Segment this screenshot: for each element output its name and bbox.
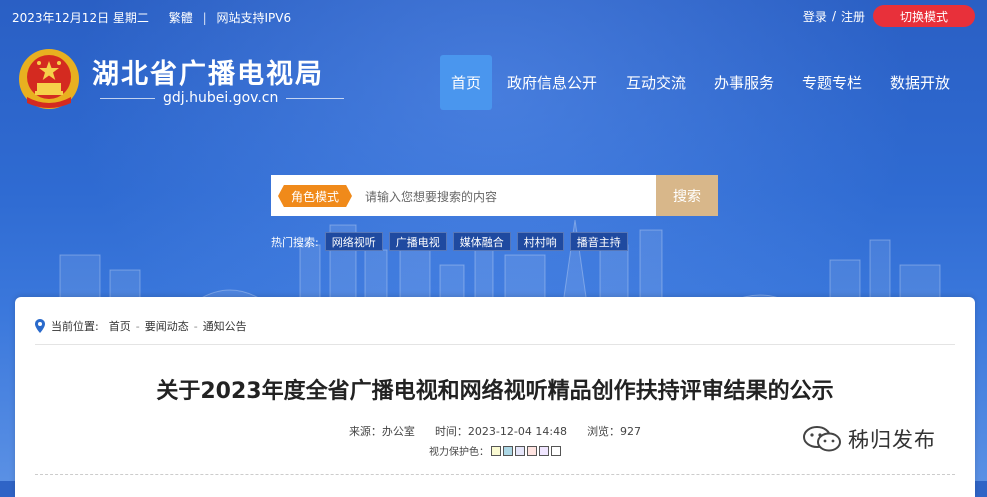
location-pin-icon — [35, 319, 45, 333]
register-link[interactable]: 注册 — [841, 8, 865, 25]
hot-tag-village-broadcast[interactable]: 村村响 — [516, 232, 564, 251]
eye-color-swatch[interactable] — [539, 445, 549, 456]
site-title[interactable]: 湖北省广播电视局 — [92, 52, 324, 91]
nav-item-open-data[interactable]: 数据开放 — [876, 55, 964, 110]
wechat-icon — [803, 426, 841, 452]
breadcrumb-home[interactable]: 首页 — [109, 318, 131, 334]
login-link[interactable]: 登录 — [803, 8, 827, 25]
account-links: 登录 / 注册 切换模式 — [803, 5, 975, 27]
breadcrumb-separator: - — [135, 319, 140, 333]
site-domain-row: gdj.hubei.gov.cn — [92, 90, 352, 106]
breadcrumb-news[interactable]: 要闻动态 — [145, 318, 189, 334]
breadcrumb-separator: - — [193, 319, 198, 333]
ipv6-support-text: 网站支持IPV6 — [216, 11, 292, 25]
switch-mode-button[interactable]: 切换模式 — [873, 5, 975, 27]
breadcrumb-label: 当前位置: — [51, 320, 99, 333]
watermark: 秭归发布 — [802, 424, 936, 454]
nav-item-topics[interactable]: 专题专栏 — [788, 55, 876, 110]
article-views: 浏览：927 — [587, 425, 642, 438]
article-card: 当前位置: 首页 - 要闻动态 - 通知公告 关于2023年度全省广播电视和网络… — [15, 297, 975, 497]
hot-tag-online-av[interactable]: 网络视听 — [324, 232, 383, 251]
content-divider — [35, 474, 955, 475]
hot-searches: 热门搜索: 网络视听 广播电视 媒体融合 村村响 播音主持 — [271, 232, 634, 251]
article-title: 关于2023年度全省广播电视和网络视听精品创作扶持评审结果的公示 — [156, 379, 834, 404]
national-emblem-icon[interactable] — [17, 47, 81, 111]
eye-color-swatch[interactable] — [503, 445, 513, 456]
watermark-text: 秭归发布 — [848, 428, 936, 452]
top-bar-info: 2023年12月12日 星期二 繁體 | 网站支持IPV6 — [12, 9, 297, 26]
nav-item-gov-info[interactable]: 政府信息公开 — [492, 55, 612, 110]
search-button[interactable]: 搜索 — [656, 175, 718, 216]
eye-color-swatch[interactable] — [491, 445, 501, 456]
hot-searches-label: 热门搜索: — [271, 235, 319, 249]
eye-color-swatch[interactable] — [551, 445, 561, 456]
current-date: 2023年12月12日 星期二 — [12, 11, 149, 25]
nav-item-home[interactable]: 首页 — [440, 55, 492, 110]
breadcrumb-divider — [35, 344, 955, 345]
account-separator: / — [831, 9, 836, 23]
breadcrumb-notices[interactable]: 通知公告 — [203, 318, 247, 334]
top-bar: 2023年12月12日 星期二 繁體 | 网站支持IPV6 登录 / 注册 切换… — [0, 0, 987, 34]
domain-rule-right — [286, 97, 344, 99]
site-domain: gdj.hubei.gov.cn — [163, 90, 279, 106]
domain-rule-left — [100, 97, 155, 99]
traditional-chinese-link[interactable]: 繁體 — [169, 11, 193, 25]
eye-care-label: 视力保护色： — [429, 447, 489, 458]
nav-item-services[interactable]: 办事服务 — [700, 55, 788, 110]
eye-color-swatch[interactable] — [515, 445, 525, 456]
role-mode-tag[interactable]: 角色模式 — [278, 185, 352, 207]
search-input[interactable] — [363, 183, 657, 211]
hot-tag-broadcast-tv[interactable]: 广播电视 — [388, 232, 447, 251]
hot-tag-media-convergence[interactable]: 媒体融合 — [452, 232, 511, 251]
nav-item-interaction[interactable]: 互动交流 — [612, 55, 700, 110]
breadcrumb: 当前位置: 首页 - 要闻动态 - 通知公告 — [35, 318, 252, 334]
hot-tag-announcer[interactable]: 播音主持 — [569, 232, 628, 251]
search-bar: 角色模式 搜索 — [271, 175, 718, 216]
eye-color-swatch[interactable] — [527, 445, 537, 456]
article-time: 时间：2023-12-04 14:48 — [434, 425, 568, 438]
top-bar-separator: | — [202, 11, 207, 25]
article-source: 来源：办公室 — [348, 425, 415, 438]
main-nav: 首页 政府信息公开 互动交流 办事服务 专题专栏 数据开放 — [440, 55, 964, 110]
